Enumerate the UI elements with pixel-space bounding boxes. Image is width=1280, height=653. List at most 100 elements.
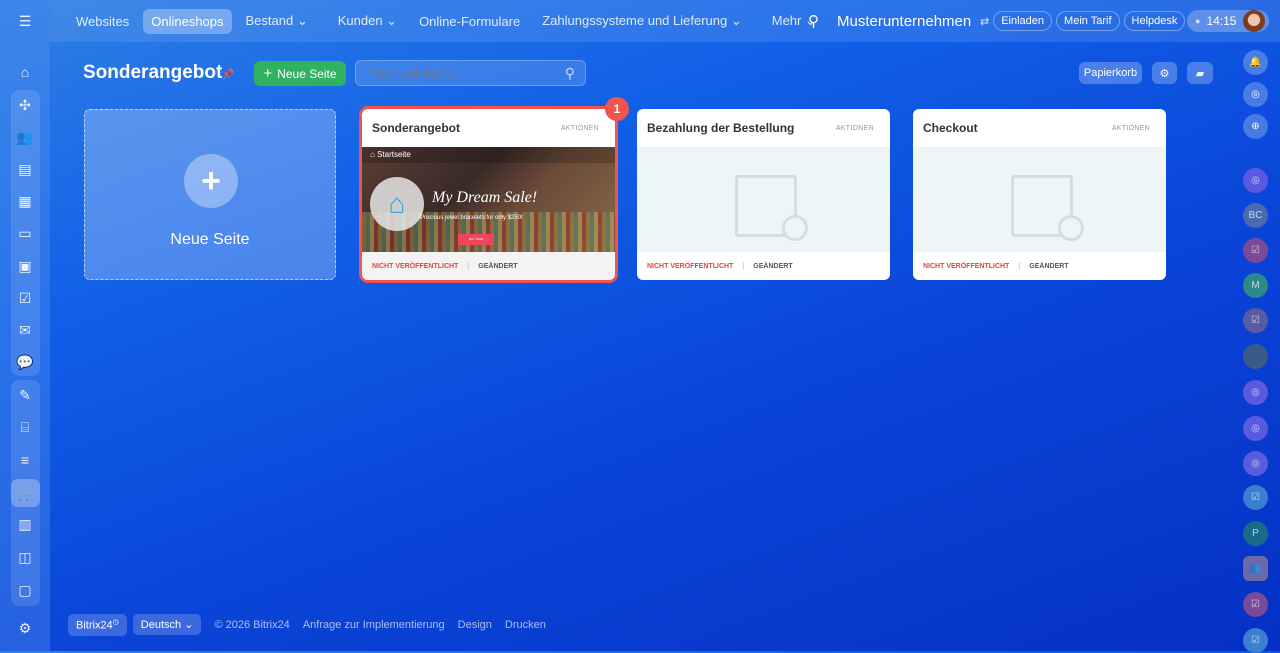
settings-icon[interactable]: ⚙ bbox=[13, 616, 37, 640]
chat-avatar[interactable]: P bbox=[1243, 521, 1268, 546]
bell-icon[interactable]: 🔔 bbox=[1243, 50, 1268, 75]
helpdesk-button[interactable]: Helpdesk bbox=[1123, 11, 1186, 31]
board-icon[interactable]: ▣ bbox=[13, 254, 37, 278]
nav-online-formulare[interactable]: Online-Formulare bbox=[411, 9, 528, 34]
apps-icon[interactable]: ◫ bbox=[13, 545, 37, 569]
cart-icon[interactable]: 🛒 bbox=[11, 479, 40, 507]
language-select[interactable]: Deutsch ⌄ bbox=[132, 614, 202, 636]
preview-subtitle: Precious jewel bracelets for only $250! bbox=[420, 215, 523, 221]
trash-button[interactable]: Papierkorb bbox=[1079, 62, 1142, 84]
nav-zahlungssysteme[interactable]: Zahlungssysteme und Lieferung ⌄ bbox=[534, 8, 750, 34]
preview-headline: My Dream Sale! bbox=[432, 189, 538, 206]
warehouse-icon[interactable]: ⌸ bbox=[13, 415, 37, 439]
calendar-icon[interactable]: ▦ bbox=[13, 189, 37, 213]
tasks-icon[interactable]: ☑ bbox=[13, 286, 37, 310]
chat-avatar[interactable]: M bbox=[1243, 273, 1268, 298]
search-chat-icon[interactable]: ⊕ bbox=[1243, 114, 1268, 139]
copilot-chat-icon[interactable]: ◎ bbox=[1243, 168, 1268, 193]
time: 14:15 bbox=[1206, 14, 1237, 28]
search-icon[interactable]: ⚲ bbox=[808, 12, 819, 30]
copilot-chat-icon[interactable]: ◎ bbox=[1243, 380, 1268, 405]
chat-icon[interactable]: 💬 bbox=[13, 350, 37, 374]
nav-onlineshops[interactable]: Onlineshops bbox=[143, 8, 232, 34]
funnel-icon[interactable]: ≡ bbox=[13, 448, 37, 472]
bitrix24-button[interactable]: Bitrix24◷ bbox=[68, 614, 127, 636]
nav-websites[interactable]: Websites bbox=[68, 9, 137, 34]
page-card[interactable]: Sonderangebot AKTIONEN ⌂ Startseite ⌂ My … bbox=[362, 109, 615, 280]
copilot-chat-icon[interactable]: ◎ bbox=[1243, 416, 1268, 441]
home-icon[interactable]: ⌂ bbox=[13, 60, 37, 84]
plus-icon: + bbox=[263, 65, 273, 82]
clock-icon bbox=[782, 215, 808, 241]
footer: Bitrix24◷ Deutsch ⌄ © 2026 Bitrix24 Anfr… bbox=[68, 614, 552, 636]
clock-icon bbox=[1058, 215, 1084, 241]
search-field[interactable]: ⚲ bbox=[355, 60, 586, 86]
tariff-button[interactable]: Mein Tarif bbox=[1056, 11, 1120, 31]
left-sidebar: ☰ ⌂ ✣ 👥 ▤ ▦ ▭ ▣ ☑ ✉ 💬 ✎ ⌸ ≡ 🛒 ▥ ◫ ▢ ⚙ bbox=[0, 0, 50, 651]
nav-kunden[interactable]: Kunden ⌄ bbox=[330, 8, 405, 34]
footer-link-print[interactable]: Drucken bbox=[505, 619, 546, 631]
card-title: Bezahlung der Bestellung bbox=[647, 121, 795, 135]
new-page-card[interactable]: + Neue Seite bbox=[84, 109, 336, 280]
task-chat-icon[interactable]: ☑ bbox=[1243, 628, 1268, 653]
chat-avatar[interactable]: BC bbox=[1243, 203, 1268, 228]
right-sidebar: 🔔 ◎ ⊕ ◎ BC ☑ M ☑ ◎ ◎ ◎ ☑ P 👥 ☑ ☑ bbox=[1230, 42, 1280, 653]
page-preview[interactable]: ⌂ Startseite ⌂ My Dream Sale! Precious j… bbox=[362, 147, 615, 252]
menu-icon[interactable]: ☰ bbox=[13, 9, 37, 33]
new-page-button[interactable]: + Neue Seite bbox=[254, 61, 346, 86]
page-title: Sonderangebot bbox=[83, 62, 223, 83]
gear-icon: ⚙ bbox=[1159, 67, 1170, 80]
avatar[interactable] bbox=[1243, 10, 1265, 32]
footer-link-implementation[interactable]: Anfrage zur Implementierung bbox=[303, 619, 445, 631]
step-badge: 1 bbox=[605, 97, 629, 121]
preview-cta: BUY NOW bbox=[458, 234, 494, 245]
company-name[interactable]: Musterunternehmen bbox=[837, 13, 971, 30]
pin-icon[interactable]: 📌 bbox=[221, 68, 235, 81]
copilot-chat-icon[interactable]: ◎ bbox=[1243, 451, 1268, 476]
folder-icon: ▰ bbox=[1195, 67, 1205, 80]
status-label: NICHT VERÖFFENTLICHT bbox=[372, 262, 459, 270]
add-folder-button[interactable]: ▰ bbox=[1187, 62, 1213, 84]
actions-dropdown[interactable]: AKTIONEN bbox=[1112, 125, 1150, 132]
preview-breadcrumb: ⌂ Startseite bbox=[362, 147, 615, 163]
actions-dropdown[interactable]: AKTIONEN bbox=[836, 125, 874, 132]
group-icon[interactable]: 👥 bbox=[1243, 556, 1268, 581]
status-label: NICHT VERÖFFENTLICHT bbox=[647, 262, 734, 270]
task-chat-icon[interactable]: ☑ bbox=[1243, 485, 1268, 510]
user-avatar[interactable] bbox=[1243, 344, 1268, 369]
filter-icon[interactable]: ⇄ bbox=[980, 15, 989, 28]
invite-button[interactable]: Einladen bbox=[993, 11, 1053, 31]
puzzle-icon[interactable]: ✣ bbox=[13, 93, 37, 117]
mail-icon[interactable]: ✉ bbox=[13, 318, 37, 342]
invoice-icon[interactable]: ▥ bbox=[13, 512, 37, 536]
nav-bestand[interactable]: Bestand ⌄ bbox=[238, 8, 316, 34]
card-title: Sonderangebot bbox=[372, 121, 461, 135]
search-input[interactable] bbox=[368, 66, 548, 80]
document-icon[interactable]: ▤ bbox=[13, 157, 37, 181]
page-preview[interactable] bbox=[913, 147, 1166, 252]
search-icon[interactable]: ⚲ bbox=[565, 65, 575, 82]
card-title: Checkout bbox=[923, 121, 978, 135]
actions-dropdown[interactable]: AKTIONEN bbox=[561, 125, 599, 132]
main-nav: Websites Onlineshops Bestand ⌄ Kunden ⌄ … bbox=[68, 8, 830, 34]
page-card[interactable]: Checkout AKTIONEN NICHT VERÖFFENTLICHT | GE… bbox=[913, 109, 1166, 280]
drive-icon[interactable]: ▭ bbox=[13, 221, 37, 245]
top-bar: Websites Onlineshops Bestand ⌄ Kunden ⌄ … bbox=[50, 0, 1280, 42]
terminal-icon[interactable]: ▢ bbox=[13, 578, 37, 602]
changed-label: GEÄNDERT bbox=[478, 262, 518, 270]
task-chat-icon[interactable]: ☑ bbox=[1243, 238, 1268, 263]
page-preview[interactable] bbox=[637, 147, 890, 252]
changed-label: GEÄNDERT bbox=[1029, 262, 1069, 270]
footer-link-design[interactable]: Design bbox=[458, 619, 492, 631]
task-chat-icon[interactable]: ☑ bbox=[1243, 308, 1268, 333]
status-label: NICHT VERÖFFENTLICHT bbox=[923, 262, 1010, 270]
copyright: © 2026 Bitrix24 bbox=[214, 618, 290, 631]
changed-label: GEÄNDERT bbox=[753, 262, 793, 270]
copilot-icon[interactable]: ◎ bbox=[1243, 82, 1268, 107]
sign-icon[interactable]: ✎ bbox=[13, 383, 37, 407]
home-icon: ⌂ bbox=[370, 177, 424, 231]
page-card[interactable]: Bezahlung der Bestellung AKTIONEN NICHT V… bbox=[637, 109, 890, 280]
settings-button[interactable]: ⚙ bbox=[1152, 62, 1177, 84]
users-icon[interactable]: 👥 bbox=[13, 125, 37, 149]
task-chat-icon[interactable]: ☑ bbox=[1243, 592, 1268, 617]
